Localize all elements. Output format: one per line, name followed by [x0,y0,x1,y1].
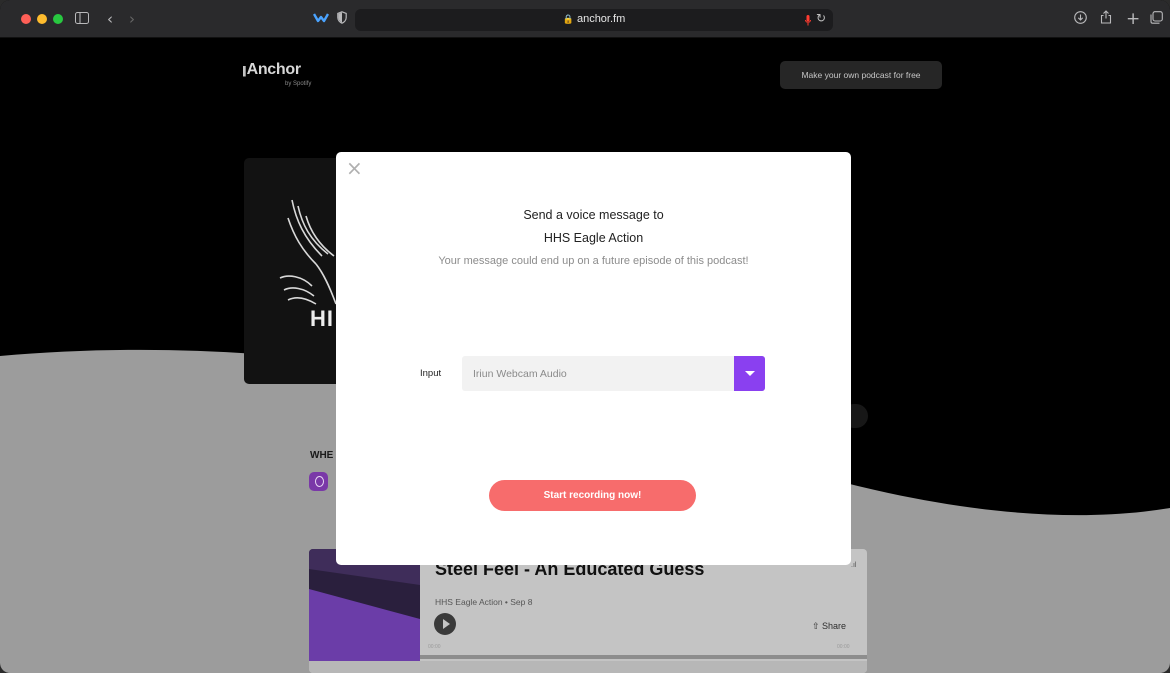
where-to-listen-label: WHE [310,450,334,461]
play-button[interactable] [434,613,456,635]
episode-time-start: 00:00 [428,644,441,650]
apple-podcasts-icon[interactable] [309,472,328,491]
shield-icon[interactable] [337,9,347,29]
zoom-window-button[interactable] [53,14,63,24]
share-icon: ⇧ [812,621,823,631]
close-window-button[interactable] [21,14,31,24]
lock-icon: 🔒 [562,14,574,24]
brand-sub: by Spotify [285,81,312,87]
browser-window: ‹ › 🔒 anchor.fm ↻ + ||| Anchor by Spotif… [0,0,1170,673]
modal-podcast-name: HHS Eagle Action [543,231,644,245]
download-icon[interactable] [1074,9,1087,29]
episode-progress-bar[interactable] [420,655,867,659]
chevron-down-icon[interactable] [734,356,765,391]
modal-subtitle: Your message could end up on a future ep… [438,255,749,267]
mic-icon[interactable] [805,13,811,26]
minimize-window-button[interactable] [37,14,47,24]
reload-icon[interactable]: ↻ [816,11,826,25]
browser-toolbar: ‹ › 🔒 anchor.fm ↻ + [0,0,1170,38]
new-tab-icon[interactable]: + [1126,9,1140,29]
voice-message-modal: × Send a voice message to HHS Eagle Acti… [336,152,851,565]
episode-art [309,549,420,661]
start-recording-button[interactable]: Start recording now! [489,480,696,511]
signal-bars-icon: .ıl [851,562,857,569]
close-icon[interactable]: × [346,158,363,178]
make-podcast-button[interactable]: Make your own podcast for free [780,61,942,89]
brand-name: Anchor [246,61,302,78]
cover-letters: HI [310,306,334,331]
episode-meta: HHS Eagle Action • Sep 8 [435,597,533,607]
episode-time-end: 00:00 [837,644,850,650]
anchor-mark-icon: ||| [242,65,246,77]
url-text: anchor.fm [576,13,626,25]
tabs-icon[interactable] [1150,9,1163,29]
share-button[interactable]: ⇧ Share [812,621,846,632]
sidebar-icon[interactable] [75,9,89,29]
extension-icon[interactable] [312,9,330,29]
episode-card-footer [309,661,867,673]
anchor-logo[interactable]: ||| Anchor by Spotify [242,61,311,87]
share-label: Share [822,621,847,631]
input-label: Input [420,368,442,379]
address-bar[interactable]: 🔒 anchor.fm ↻ [355,9,833,31]
audio-input-select[interactable]: Iriun Webcam Audio [462,356,765,391]
episode-card[interactable]: Steel Feel - An Educated Guess .ıl HHS E… [309,549,867,673]
forward-icon[interactable]: › [129,9,135,29]
modal-title: Send a voice message to [523,208,664,222]
audio-input-value: Iriun Webcam Audio [473,368,567,380]
back-icon[interactable]: ‹ [107,9,113,29]
share-icon[interactable] [1100,9,1112,29]
